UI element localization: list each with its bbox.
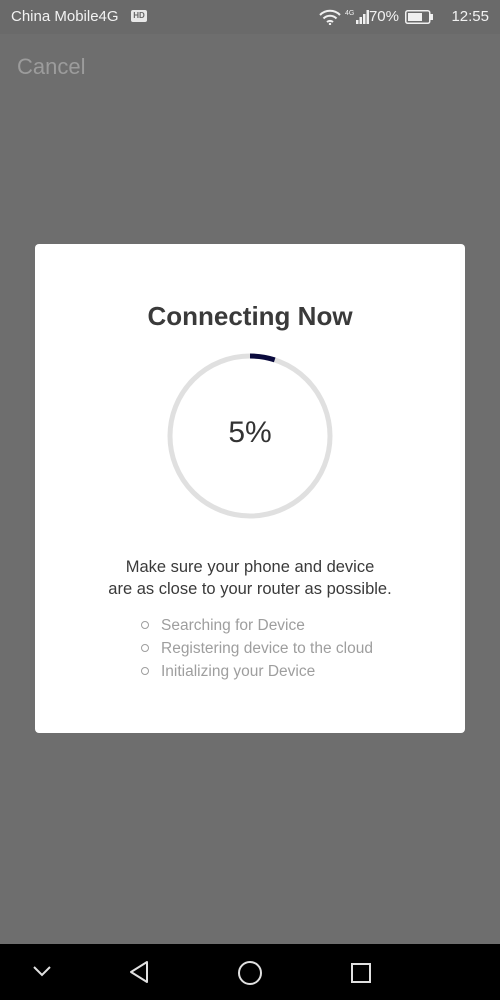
navigation-bar [0, 944, 500, 1000]
back-icon[interactable] [128, 960, 150, 984]
step-item: Registering device to the cloud [140, 639, 373, 662]
step-label: Searching for Device [161, 617, 305, 634]
step-label: Initializing your Device [161, 663, 316, 680]
dialog-title: Connecting Now [147, 301, 353, 331]
hd-badge: HD [131, 10, 147, 22]
step-item: Initializing your Device [140, 662, 373, 685]
recents-icon[interactable] [350, 962, 372, 984]
instruction-text: Make sure your phone and device are as c… [35, 556, 465, 600]
signal-icon: 4G [345, 10, 369, 24]
instruction-line-2: are as close to your router as possible. [108, 580, 392, 598]
step-label: Registering device to the cloud [161, 640, 373, 657]
cancel-button[interactable]: Cancel [17, 54, 85, 80]
home-icon[interactable] [237, 960, 263, 986]
wifi-icon [319, 9, 341, 25]
step-list: Searching for Device Registering device … [140, 616, 373, 685]
circle-bullet-icon [141, 621, 149, 629]
carrier-label: China Mobile4G [11, 8, 119, 25]
clock: 12:55 [451, 8, 489, 25]
step-item: Searching for Device [140, 616, 373, 639]
progress-percent: 5% [228, 416, 272, 449]
circle-bullet-icon [141, 644, 149, 652]
battery-icon [405, 10, 433, 24]
chevron-down-icon[interactable] [32, 964, 52, 978]
instruction-line-1: Make sure your phone and device [125, 558, 375, 576]
status-bar: China Mobile4G HD 4G 70% 12:55 [0, 0, 500, 34]
connecting-dialog: Connecting Now 5% Make sure your phone a… [35, 244, 465, 733]
battery-percent: 70% [368, 8, 399, 25]
circle-bullet-icon [141, 667, 149, 675]
network-type-label: 4G [345, 10, 354, 17]
